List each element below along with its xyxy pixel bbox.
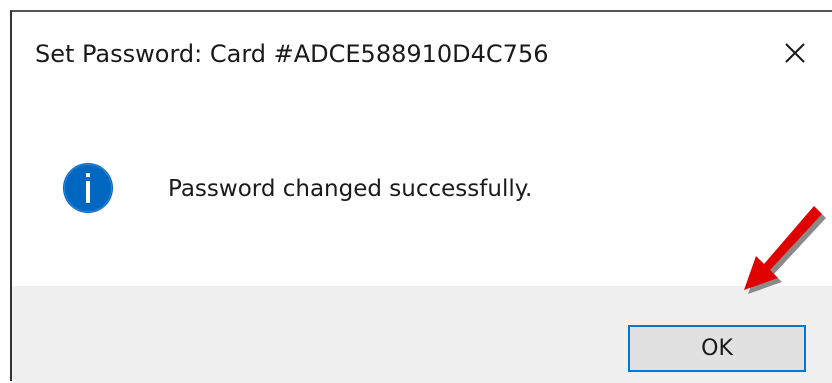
ok-button[interactable]: OK [628, 325, 806, 372]
dialog-content: Password changed successfully. [12, 92, 832, 284]
button-bar: OK [12, 286, 832, 383]
info-icon [63, 163, 113, 213]
dialog-message: Password changed successfully. [168, 176, 533, 202]
title-bar: Set Password: Card #ADCE588910D4C756 [12, 12, 832, 92]
close-icon [785, 43, 805, 63]
dialog-title: Set Password: Card #ADCE588910D4C756 [35, 40, 549, 68]
close-button[interactable] [770, 30, 820, 76]
message-dialog: Set Password: Card #ADCE588910D4C756 Pas… [10, 10, 832, 383]
red-arrow-icon [744, 206, 826, 294]
